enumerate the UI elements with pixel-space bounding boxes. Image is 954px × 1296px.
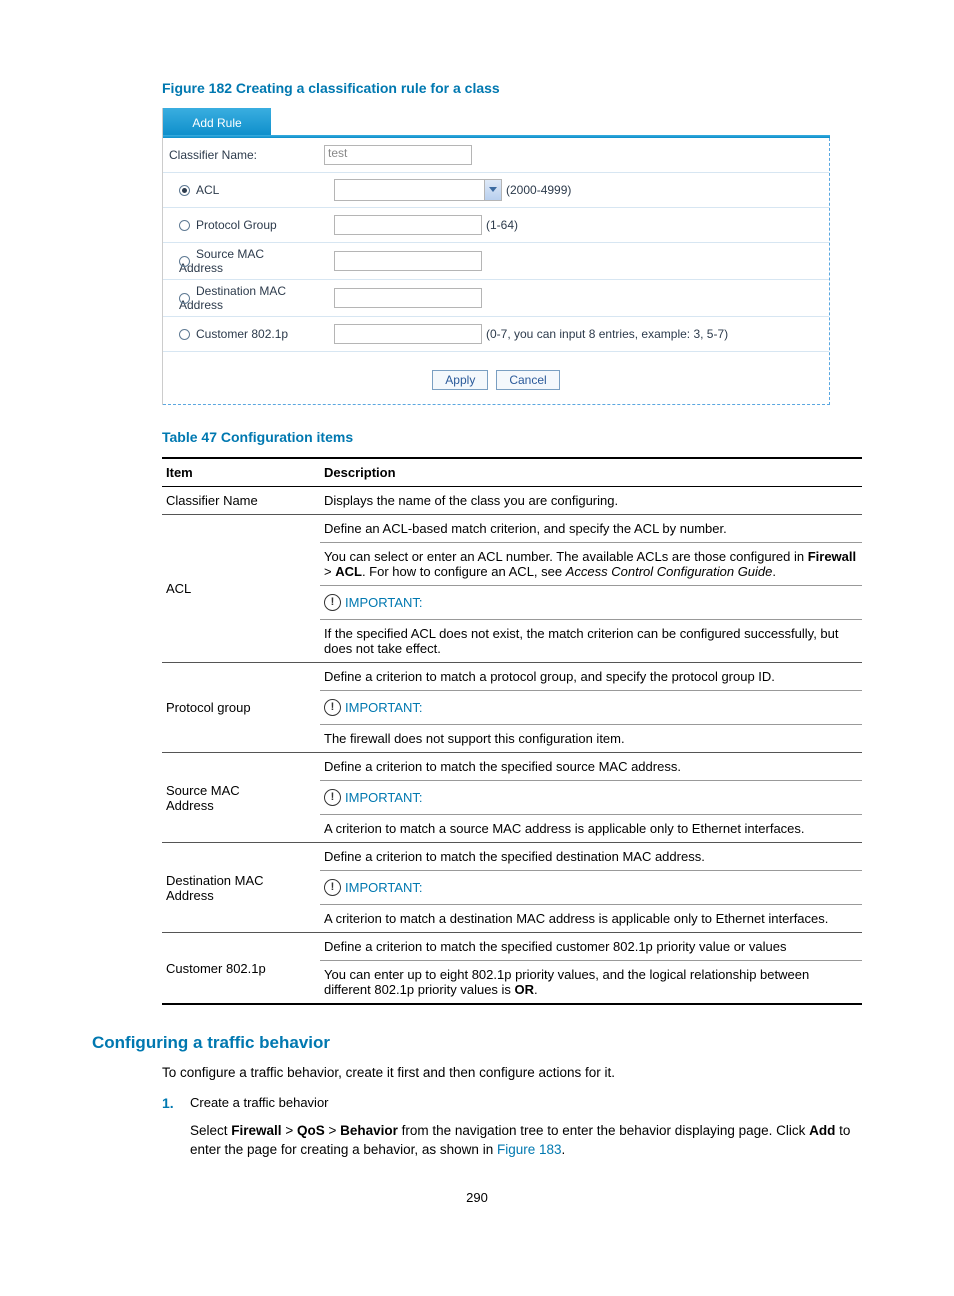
step-number: 1. xyxy=(162,1095,190,1111)
row-cust-item: Customer 802.1p xyxy=(162,933,320,1005)
row-acl-item: ACL xyxy=(162,515,320,663)
important-icon: ! xyxy=(324,789,341,806)
row-acl-d1: Define an ACL-based match criterion, and… xyxy=(320,515,862,542)
figure-caption: Figure 182 Creating a classification rul… xyxy=(162,80,862,96)
row-protocol-item: Protocol group xyxy=(162,663,320,753)
th-item: Item xyxy=(162,458,320,487)
section-heading: Configuring a traffic behavior xyxy=(92,1033,862,1053)
important-icon: ! xyxy=(324,594,341,611)
acl-label: ACL xyxy=(196,183,219,197)
important-icon: ! xyxy=(324,699,341,716)
important-icon: ! xyxy=(324,879,341,896)
add-rule-screenshot: Add Rule Classifier Name: test ACL (2000… xyxy=(162,108,830,405)
chevron-down-icon[interactable] xyxy=(484,180,501,200)
page-number: 290 xyxy=(92,1190,862,1205)
row-protocol-d1: Define a criterion to match a protocol g… xyxy=(320,663,862,690)
row-protocol-d2: The firewall does not support this confi… xyxy=(320,724,862,752)
figure-183-link[interactable]: Figure 183 xyxy=(497,1142,562,1157)
acl-hint: (2000-4999) xyxy=(506,183,571,197)
srcmac-radio[interactable] xyxy=(179,256,190,267)
dstmac-radio[interactable] xyxy=(179,293,190,304)
table-caption: Table 47 Configuration items xyxy=(162,429,862,445)
important-label: ! IMPORTANT: xyxy=(324,699,423,716)
th-desc: Description xyxy=(320,458,862,487)
classifier-name-label: Classifier Name: xyxy=(169,148,324,162)
step-detail: Select Firewall > QoS > Behavior from th… xyxy=(190,1121,862,1160)
dstmac-label: Destination MAC xyxy=(196,284,286,298)
tab-add-rule[interactable]: Add Rule xyxy=(163,108,271,138)
protocol-input[interactable] xyxy=(334,215,482,235)
classifier-name-input[interactable]: test xyxy=(324,145,472,165)
important-label: ! IMPORTANT: xyxy=(324,594,423,611)
row-dstmac-d1: Define a criterion to match the specifie… xyxy=(320,843,862,870)
row-dstmac-item: Destination MACAddress xyxy=(162,843,320,933)
row-srcmac-d1: Define a criterion to match the specifie… xyxy=(320,753,862,780)
row-acl-d2: You can select or enter an ACL number. T… xyxy=(320,542,862,585)
dstmac-input[interactable] xyxy=(334,288,482,308)
important-label: ! IMPORTANT: xyxy=(324,789,423,806)
srcmac-input[interactable] xyxy=(334,251,482,271)
important-label: ! IMPORTANT: xyxy=(324,879,423,896)
protocol-label: Protocol Group xyxy=(196,218,277,232)
row-srcmac-item: Source MACAddress xyxy=(162,753,320,843)
cust-radio[interactable] xyxy=(179,329,190,340)
protocol-hint: (1-64) xyxy=(486,218,518,232)
row-classifier-desc: Displays the name of the class you are c… xyxy=(320,487,862,514)
row-acl-d3: If the specified ACL does not exist, the… xyxy=(320,619,862,662)
protocol-radio[interactable] xyxy=(179,220,190,231)
row-cust-d1: Define a criterion to match the specifie… xyxy=(320,933,862,960)
srcmac-label: Source MAC xyxy=(196,247,264,261)
acl-radio[interactable] xyxy=(179,185,190,196)
tab-bar: Add Rule xyxy=(163,108,830,138)
row-cust-d2: You can enter up to eight 802.1p priorit… xyxy=(320,960,862,1003)
step-text: Create a traffic behavior xyxy=(190,1095,329,1111)
row-classifier-item: Classifier Name xyxy=(162,487,320,515)
cust-hint: (0-7, you can input 8 entries, example: … xyxy=(486,327,728,341)
cust-input[interactable] xyxy=(334,324,482,344)
row-srcmac-d2: A criterion to match a source MAC addres… xyxy=(320,814,862,842)
row-dstmac-d2: A criterion to match a destination MAC a… xyxy=(320,904,862,932)
acl-select[interactable] xyxy=(334,179,502,201)
cust-label: Customer 802.1p xyxy=(196,327,288,341)
config-items-table: Item Description Classifier Name Display… xyxy=(162,457,862,1005)
section-intro: To configure a traffic behavior, create … xyxy=(162,1063,862,1083)
apply-button[interactable]: Apply xyxy=(432,370,488,390)
cancel-button[interactable]: Cancel xyxy=(496,370,559,390)
